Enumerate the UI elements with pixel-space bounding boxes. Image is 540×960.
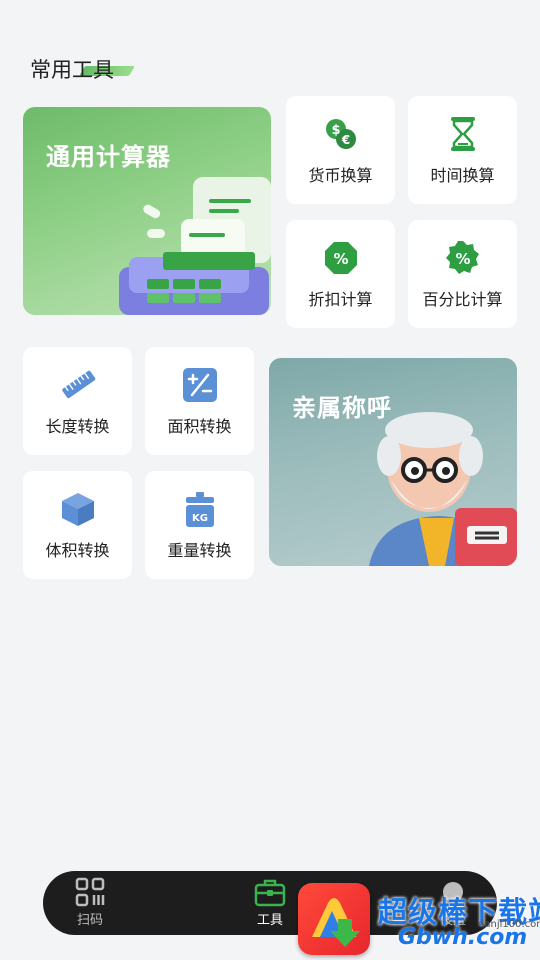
watermark-logo: [298, 883, 370, 955]
volume-conversion-card[interactable]: 体积转换: [23, 471, 132, 579]
area-conversion-card[interactable]: 面积转换: [145, 347, 254, 455]
nav-tools-label: 工具: [256, 913, 283, 928]
grandpa-illustration: [369, 412, 517, 566]
currency-exchange-label: 货币换算: [308, 166, 373, 185]
time-conversion-card[interactable]: 时间换算: [408, 96, 517, 204]
currency-exchange-card[interactable]: $ € 货币换算: [286, 96, 395, 204]
area-conversion-label: 面积转换: [167, 417, 232, 436]
length-conversion-card[interactable]: 长度转换: [23, 347, 132, 455]
time-conversion-label: 时间换算: [430, 166, 495, 185]
cube-icon: [60, 491, 96, 527]
currency-exchange-icon: $ €: [323, 116, 359, 152]
section-title: 常用工具: [30, 54, 135, 84]
discount-label: 折扣计算: [308, 290, 373, 309]
watermark: 超级棒下载站 Gbwh.com danji100.com: [298, 883, 540, 960]
svg-text:€: €: [340, 133, 349, 147]
percent-label: 百分比计算: [422, 290, 503, 309]
weight-conversion-label: 重量转换: [167, 541, 232, 560]
calculator-illustration: [119, 177, 271, 315]
svg-text:KG: KG: [192, 513, 208, 524]
calculator-card[interactable]: 通用计算器: [23, 107, 271, 315]
plus-minus-icon: [182, 367, 218, 403]
discount-tag-icon: %: [323, 240, 359, 276]
svg-text:$: $: [331, 123, 340, 138]
kg-weight-icon: KG: [182, 491, 218, 527]
scan-grid-icon: [75, 877, 105, 907]
volume-conversion-label: 体积转换: [45, 541, 110, 560]
ruler-icon: [60, 367, 96, 403]
nav-tools[interactable]: 工具: [240, 877, 300, 928]
toolbox-icon: [254, 879, 286, 907]
relatives-card[interactable]: 亲属称呼: [269, 358, 517, 566]
svg-text:%: %: [333, 250, 348, 268]
percent-badge-icon: %: [445, 240, 481, 276]
length-conversion-label: 长度转换: [45, 417, 110, 436]
nav-scan[interactable]: 扫码: [60, 877, 120, 928]
nav-scan-label: 扫码: [76, 913, 103, 928]
svg-text:%: %: [455, 250, 470, 268]
weight-conversion-card[interactable]: KG 重量转换: [145, 471, 254, 579]
watermark-sub: danji100.com: [478, 919, 540, 930]
percent-card[interactable]: % 百分比计算: [408, 220, 517, 328]
discount-card[interactable]: % 折扣计算: [286, 220, 395, 328]
hourglass-icon: [445, 116, 481, 152]
